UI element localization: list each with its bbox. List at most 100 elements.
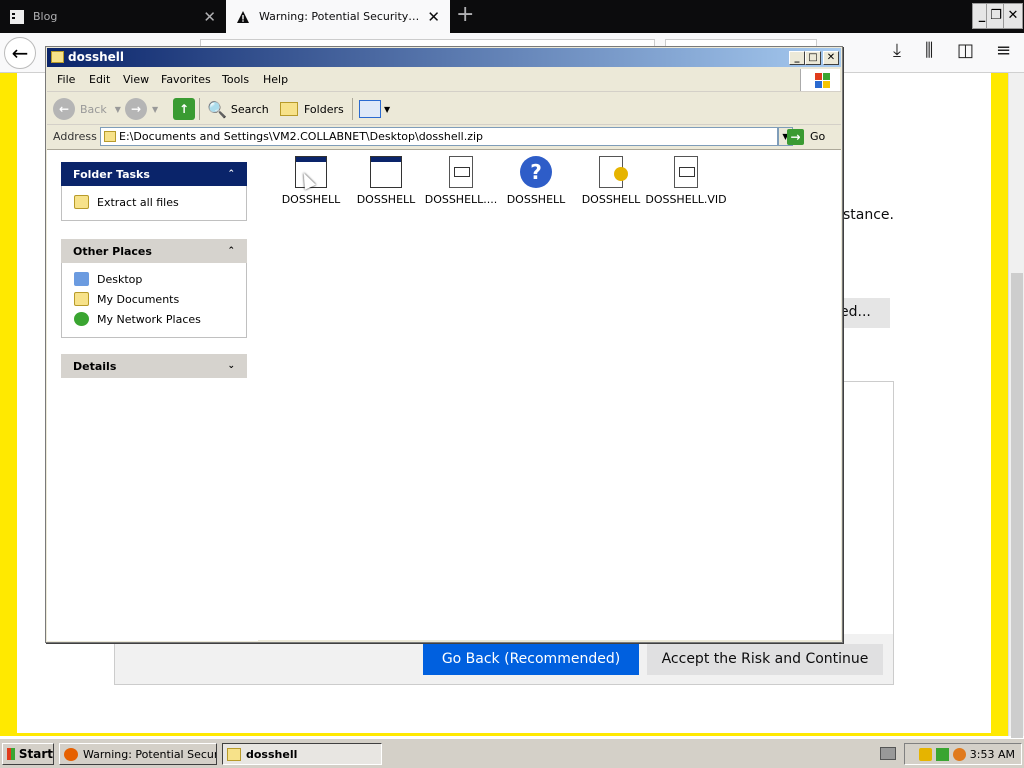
download-icon[interactable]: ⤓ xyxy=(893,40,901,61)
file-item[interactable]: DOSSHELL.VID xyxy=(645,156,727,206)
tab-title: Warning: Potential Security Risk Ahead xyxy=(259,10,422,23)
chevron-down-icon[interactable]: ▼ xyxy=(152,105,158,114)
collapse-icon[interactable]: ⌃ xyxy=(227,246,235,256)
clock[interactable]: 3:53 AM xyxy=(970,748,1015,761)
menu-favorites[interactable]: Favorites xyxy=(161,73,211,86)
close-tab-icon[interactable]: ✕ xyxy=(427,8,440,26)
window-titlebar[interactable]: dosshell _ □ ✕ xyxy=(47,48,841,67)
go-back-button[interactable]: Go Back (Recommended) xyxy=(423,644,639,675)
up-folder-button[interactable]: ↑ xyxy=(173,97,200,121)
details-header[interactable]: Details ⌄ xyxy=(61,354,247,378)
file-item[interactable]: DOSSHELL xyxy=(570,156,652,206)
file-list: DOSSHELL DOSSHELL DOSSHELL.... ? DOSSHEL… xyxy=(259,150,841,641)
page-scrollbar[interactable] xyxy=(1008,73,1024,753)
menu-icon[interactable]: ≡ xyxy=(996,40,1011,61)
my-network-places-link[interactable]: My Network Places xyxy=(74,309,234,329)
minimize-button[interactable]: _ xyxy=(789,51,805,65)
search-tray-icon[interactable] xyxy=(952,747,966,761)
close-button[interactable]: ✕ xyxy=(823,51,839,65)
network-icon xyxy=(74,312,89,326)
explorer-body: Folder Tasks ⌃ Extract all files Other P… xyxy=(47,149,841,641)
network-tray-icon[interactable] xyxy=(935,747,949,761)
terminal-icon xyxy=(10,9,24,24)
chevron-down-icon: ▼ xyxy=(384,104,391,114)
forward-button[interactable]: → ▼ xyxy=(125,97,158,121)
sidebar-icon[interactable]: ◫ xyxy=(957,40,974,61)
folders-button[interactable]: Folders xyxy=(280,97,344,121)
folder-tasks-header[interactable]: Folder Tasks ⌃ xyxy=(61,162,247,186)
firefox-icon xyxy=(64,747,78,761)
new-tab-icon[interactable]: + xyxy=(456,4,474,26)
browser-tab-warning[interactable]: Warning: Potential Security Risk Ahead ✕ xyxy=(226,0,450,33)
maximize-button[interactable]: □ xyxy=(805,51,821,65)
toolbar-separator xyxy=(199,98,200,120)
file-item[interactable]: ? DOSSHELL xyxy=(495,156,577,206)
search-icon: 🔍 xyxy=(207,99,227,119)
desktop-link[interactable]: Desktop xyxy=(74,269,234,289)
close-tab-icon[interactable]: ✕ xyxy=(203,8,216,26)
keyboard-icon[interactable] xyxy=(880,747,896,760)
menu-file[interactable]: File xyxy=(57,73,75,86)
advanced-button[interactable]: ed... xyxy=(840,298,890,328)
config-icon xyxy=(599,156,628,188)
help-icon: ? xyxy=(520,156,552,188)
my-documents-link[interactable]: My Documents xyxy=(74,289,234,309)
extract-all-files-link[interactable]: Extract all files xyxy=(74,192,234,212)
go-button[interactable]: → Go xyxy=(787,127,825,146)
chevron-down-icon[interactable]: ▼ xyxy=(115,105,121,114)
other-places-header[interactable]: Other Places ⌃ xyxy=(61,239,247,263)
document-icon xyxy=(449,156,473,188)
up-folder-icon: ↑ xyxy=(173,98,195,120)
accept-risk-button[interactable]: Accept the Risk and Continue xyxy=(647,644,883,675)
toolbar-separator xyxy=(352,98,353,120)
desktop-icon xyxy=(74,272,89,286)
explorer-window: dosshell _ □ ✕ File Edit View Favorites … xyxy=(45,46,843,643)
search-button[interactable]: 🔍 Search xyxy=(207,97,269,121)
go-arrow-icon: → xyxy=(787,128,804,145)
document-icon xyxy=(674,156,698,188)
menu-tools[interactable]: Tools xyxy=(222,73,249,86)
window-title: dosshell xyxy=(68,50,125,64)
zip-folder-icon xyxy=(51,51,64,63)
views-icon xyxy=(359,100,381,118)
address-label: Address xyxy=(53,130,97,143)
menu-view[interactable]: View xyxy=(123,73,149,86)
menu-help[interactable]: Help xyxy=(263,73,288,86)
browser-tab-blog[interactable]: Blog ✕ xyxy=(0,0,226,33)
scrollbar-thumb[interactable] xyxy=(1011,273,1023,753)
views-button[interactable]: ▼ xyxy=(359,97,390,121)
folder-tasks-panel: Folder Tasks ⌃ Extract all files xyxy=(61,162,247,221)
zip-folder-icon xyxy=(227,747,241,761)
collapse-icon[interactable]: ⌃ xyxy=(227,169,235,179)
taskbar: Start Warning: Potential Secur... dosshe… xyxy=(0,738,1024,768)
windows-logo-icon xyxy=(800,69,840,91)
toolbar: ← Back ▼ → ▼ ↑ 🔍 Search Folders ▼ xyxy=(47,93,841,125)
taskbar-item-dosshell[interactable]: dosshell xyxy=(222,743,382,765)
back-button[interactable]: ← Back ▼ xyxy=(53,97,121,121)
back-arrow-icon: ← xyxy=(53,98,75,120)
file-item[interactable]: DOSSHELL.... xyxy=(420,156,502,206)
security-shield-icon[interactable] xyxy=(918,747,932,761)
system-tray: 3:53 AM xyxy=(904,743,1022,765)
forward-arrow-icon: → xyxy=(125,98,147,120)
documents-icon xyxy=(74,292,89,306)
extract-icon xyxy=(74,195,89,209)
warning-text-fragment: stance. xyxy=(843,207,894,223)
details-panel: Details ⌄ xyxy=(61,354,247,378)
file-item[interactable]: DOSSHELL xyxy=(345,156,427,206)
address-input[interactable]: E:\Documents and Settings\VM2.COLLABNET\… xyxy=(100,127,778,146)
start-button[interactable]: Start xyxy=(2,743,54,765)
folder-icon xyxy=(280,102,298,116)
taskbar-item-firefox[interactable]: Warning: Potential Secur... xyxy=(59,743,217,765)
window-icon xyxy=(370,156,402,188)
address-bar: Address E:\Documents and Settings\VM2.CO… xyxy=(47,126,841,148)
menu-bar: File Edit View Favorites Tools Help xyxy=(47,68,841,92)
menu-edit[interactable]: Edit xyxy=(89,73,110,86)
expand-icon[interactable]: ⌄ xyxy=(227,361,235,371)
library-icon[interactable]: ⫼ xyxy=(925,40,933,61)
browser-back-button[interactable]: ← xyxy=(4,37,36,69)
close-browser-button[interactable]: ✕ xyxy=(1003,3,1023,29)
zip-folder-icon xyxy=(104,131,116,142)
task-pane: Folder Tasks ⌃ Extract all files Other P… xyxy=(47,150,258,641)
warning-icon xyxy=(237,10,249,23)
